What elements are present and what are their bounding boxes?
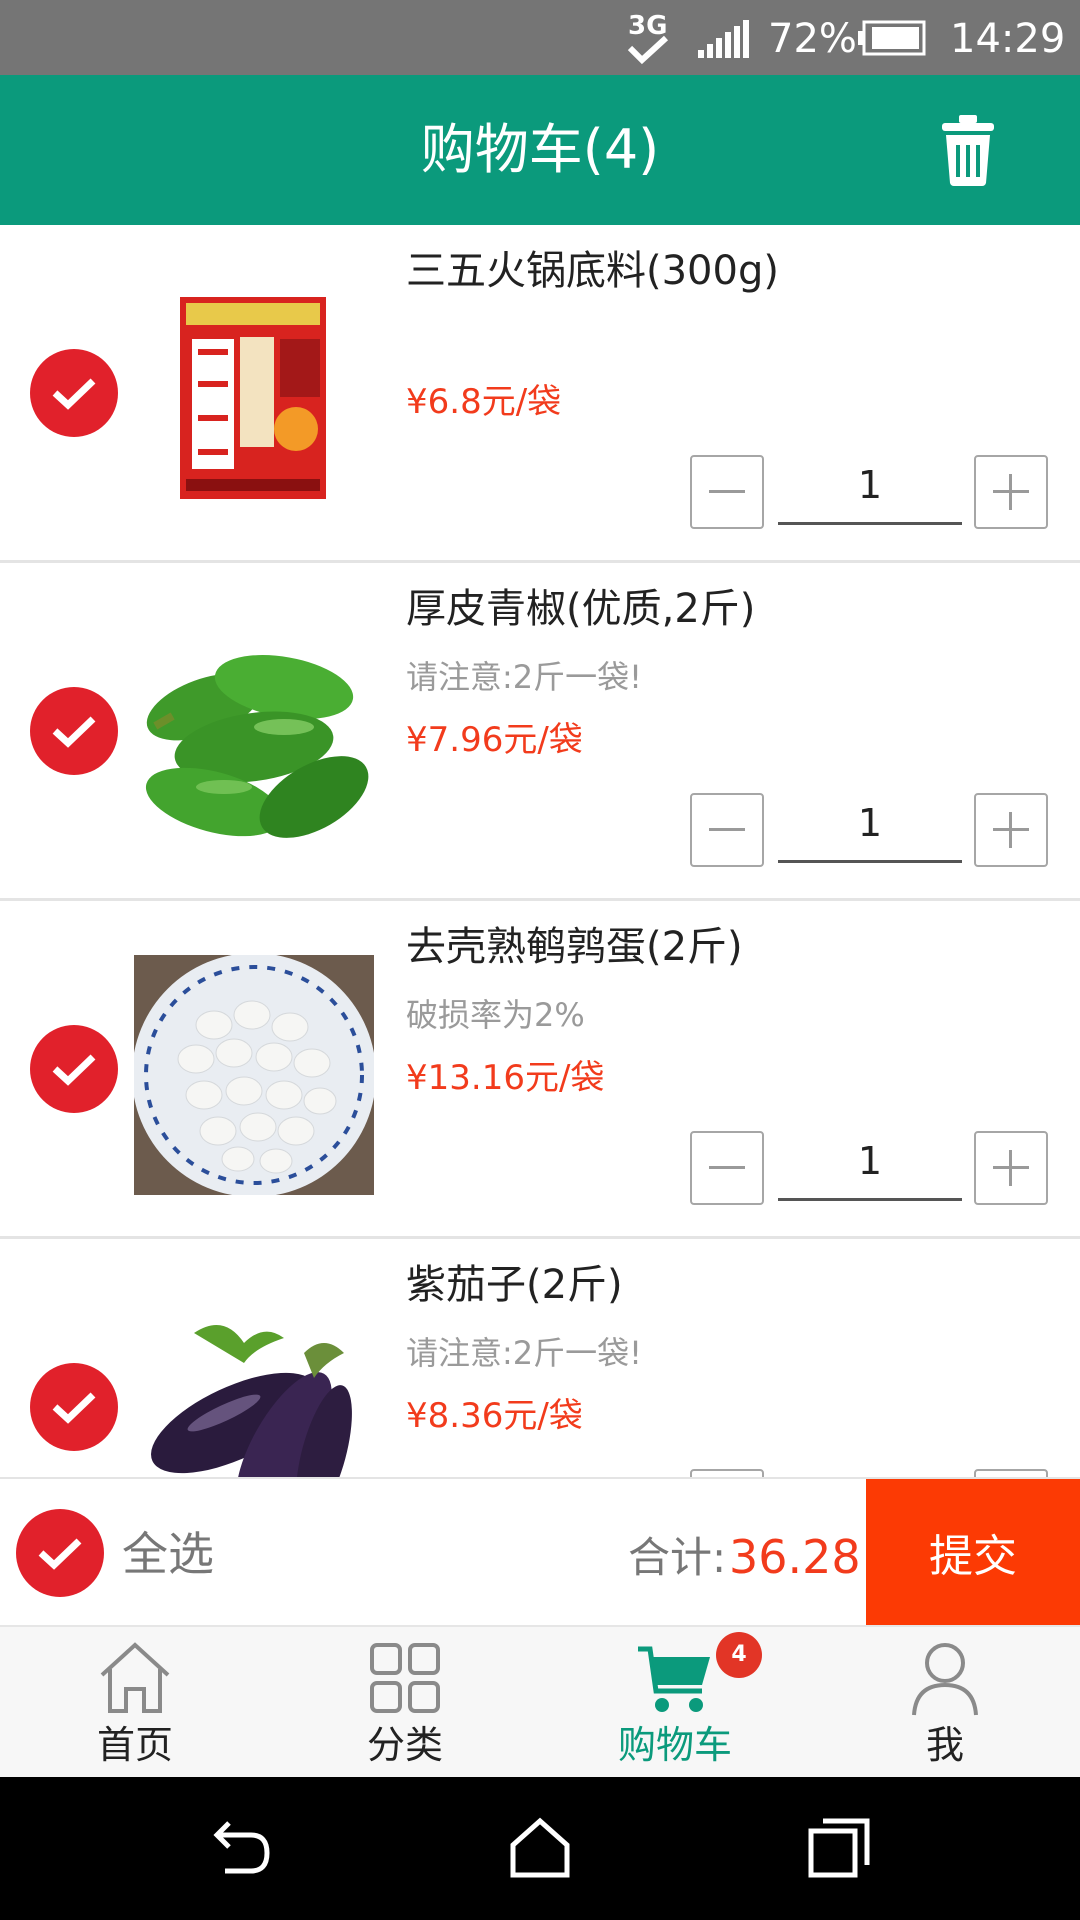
item-price: ¥7.96元/袋 [406,720,583,760]
product-image-quail-eggs[interactable] [134,955,374,1195]
tab-label: 分类 [366,1723,443,1767]
cart-count-badge: 4 [716,1632,762,1678]
person-icon [912,1643,978,1716]
select-all-label[interactable]: 全选 [122,1525,214,1583]
total-label: 合计: [628,1533,727,1582]
quantity-input[interactable]: 1 [778,1131,962,1201]
increase-quantity-button[interactable] [974,1469,1048,1477]
home-nav-icon[interactable] [505,1813,575,1883]
item-note: 请注意:2斤一袋! [406,658,642,696]
product-image-hotpot-seasoning[interactable] [134,279,374,519]
decrease-quantity-button[interactable] [690,1469,764,1477]
decrease-quantity-button[interactable] [690,793,764,867]
item-name: 去壳熟鹌鹑蛋(2斤) [406,924,743,970]
peeled-quail-eggs-image [134,955,374,1195]
network-3g-icon: 3G [627,11,669,65]
item-checkbox[interactable] [30,349,118,437]
battery-icon [858,20,926,56]
cart-icon [638,1646,710,1712]
tab-home[interactable]: 首页 [0,1627,270,1777]
page-title: 购物车(4) [420,118,660,181]
checkout-bar: 全选 合计: 36.28 提交 [0,1477,1080,1625]
battery-percent: 72% [768,16,857,62]
cart-list[interactable]: 三五火锅底料(300g) ¥6.8元/袋 1 厚皮青椒(优质,2斤) 请注意:2… [0,225,1080,1477]
cart-item: 紫茄子(2斤) 请注意:2斤一袋! ¥8.36元/袋 1 [0,1239,1080,1477]
system-nav-bar [0,1777,1080,1920]
item-note: 破损率为2% [406,996,585,1034]
select-all-checkbox[interactable] [16,1509,104,1597]
tab-cart[interactable]: 购物车 [540,1627,810,1777]
tab-label: 我 [925,1723,964,1767]
minus-icon [709,490,745,493]
checkmark-icon [38,1538,82,1570]
grid-icon [370,1643,440,1713]
tab-me[interactable]: 我 [810,1627,1080,1777]
app-header: 购物车(4) [0,75,1080,225]
cart-item: 去壳熟鹌鹑蛋(2斤) 破损率为2% ¥13.16元/袋 1 [0,901,1080,1239]
quantity-input[interactable]: 1 [778,455,962,525]
total-value: 36.28 [729,1530,861,1584]
plus-icon [993,812,1029,848]
tab-label: 购物车 [617,1723,732,1767]
checkmark-icon [52,1392,96,1424]
increase-quantity-button[interactable] [974,1131,1048,1205]
item-price: ¥6.8元/袋 [406,382,562,422]
item-note: 请注意:2斤一袋! [406,1334,642,1372]
item-checkbox[interactable] [30,1363,118,1451]
home-icon [100,1642,170,1713]
tab-label: 首页 [96,1723,173,1767]
back-icon[interactable] [205,1813,275,1883]
item-name: 厚皮青椒(优质,2斤) [406,586,756,632]
submit-button[interactable]: 提交 [866,1479,1080,1625]
increase-quantity-button[interactable] [974,793,1048,867]
green-peppers-image [134,617,374,857]
plus-icon [993,474,1029,510]
item-name: 紫茄子(2斤) [406,1262,623,1308]
quantity-input[interactable]: 1 [778,1469,962,1477]
product-image-green-peppers[interactable] [134,617,374,857]
status-bar: 3G 72% 14:29 [0,0,1080,75]
increase-quantity-button[interactable] [974,455,1048,529]
clock: 14:29 [950,16,1066,62]
product-image-eggplants[interactable] [134,1293,374,1477]
item-name: 三五火锅底料(300g) [406,248,779,294]
bottom-tab-bar: 首页 分类 购物车 我 [0,1625,1080,1777]
decrease-quantity-button[interactable] [690,1131,764,1205]
quantity-input[interactable]: 1 [778,793,962,863]
decrease-quantity-button[interactable] [690,455,764,529]
recents-icon[interactable] [805,1813,875,1883]
plus-icon [993,1150,1029,1186]
tab-category[interactable]: 分类 [270,1627,540,1777]
trash-icon[interactable] [938,113,998,187]
checkmark-icon [52,1054,96,1086]
checkmark-icon [52,378,96,410]
cart-item: 厚皮青椒(优质,2斤) 请注意:2斤一袋! ¥7.96元/袋 1 [0,563,1080,901]
item-checkbox[interactable] [30,1025,118,1113]
item-price: ¥8.36元/袋 [406,1396,583,1436]
hotpot-seasoning-pack-image [180,297,326,499]
minus-icon [709,1166,745,1169]
signal-icon [698,20,749,58]
item-price: ¥13.16元/袋 [406,1058,605,1098]
svg-text:3G: 3G [628,11,667,41]
item-checkbox[interactable] [30,687,118,775]
purple-eggplants-image [134,1293,374,1477]
cart-item: 三五火锅底料(300g) ¥6.8元/袋 1 [0,225,1080,563]
checkmark-icon [52,716,96,748]
minus-icon [709,828,745,831]
